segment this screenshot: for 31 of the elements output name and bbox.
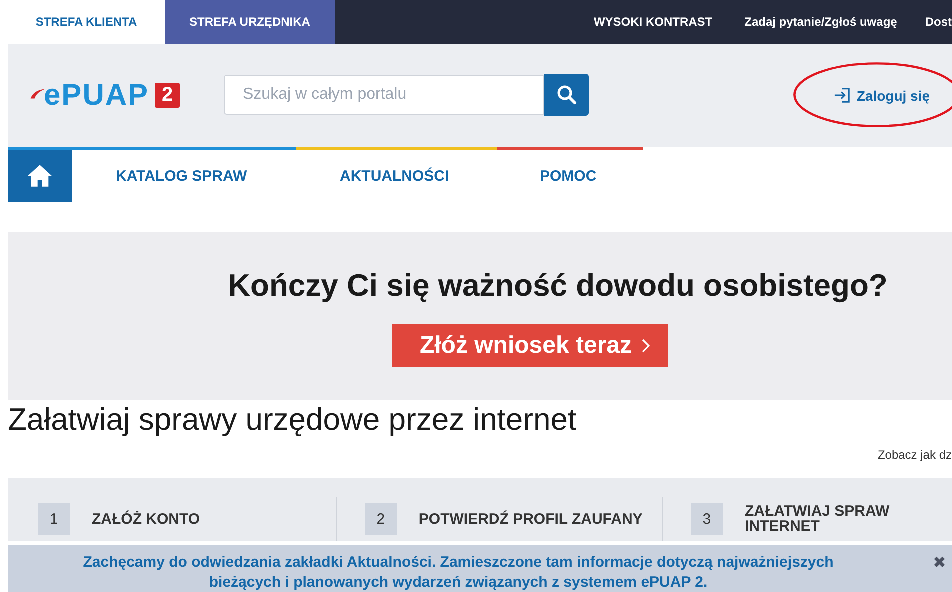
top-link[interactable]: Zadaj pytanie/Zgłoś uwagę: [744, 0, 898, 44]
login-link[interactable]: Zaloguj się: [834, 87, 930, 104]
step-label[interactable]: ZAŁATWIAJ SPRAW INTERNET: [744, 504, 905, 534]
step-label[interactable]: POTWIERDŹ PROFIL ZAUFANY: [418, 512, 643, 526]
nav-item[interactable]: KATALOG SPRAW: [72, 147, 296, 202]
zone-tab[interactable]: STREFA URZĘDNIKA: [165, 0, 335, 44]
notice-text: Zachęcamy do odwiedzania zakładki Aktualności. Zamieszczone tam informacje dotyczą najważniejszych bieżących i planowanych wydarzeń związanych z systemem ePUAP 2.: [82, 553, 835, 592]
home-button[interactable]: [8, 147, 72, 202]
nav-item[interactable]: AKTUALNOŚCI: [296, 147, 497, 202]
close-button[interactable]: ✖: [929, 553, 950, 573]
apply-button[interactable]: Złóż wniosek teraz: [392, 324, 668, 367]
login-icon: [834, 87, 851, 104]
see-how-link[interactable]: Zobacz jak dz: [878, 448, 952, 462]
swoosh-icon: [30, 88, 46, 100]
search-icon: [556, 85, 576, 105]
search-field[interactable]: Szukaj w całym portalu: [224, 75, 544, 115]
step-number: 2: [364, 503, 397, 535]
chevron-icon: [642, 338, 650, 352]
page-heading: Załatwiaj sprawy urzędowe przez internet: [8, 402, 578, 438]
step-number: 1: [38, 503, 70, 535]
zone-tab[interactable]: STREFA KLIENTA: [8, 0, 165, 44]
step-label[interactable]: ZAŁÓŻ KONTO: [92, 512, 200, 526]
home-icon: [27, 164, 53, 188]
search-button[interactable]: [544, 74, 589, 116]
banner-title: Kończy Ci się ważność dowodu osobistego?: [228, 268, 888, 304]
logo-badge: 2: [155, 83, 180, 108]
top-link[interactable]: Dost: [925, 0, 952, 44]
logo-text: ePUAP: [44, 78, 150, 112]
nav-item[interactable]: POMOC: [497, 147, 643, 202]
top-link[interactable]: WYSOKI KONTRAST: [594, 0, 713, 44]
step-number: 3: [690, 503, 723, 535]
